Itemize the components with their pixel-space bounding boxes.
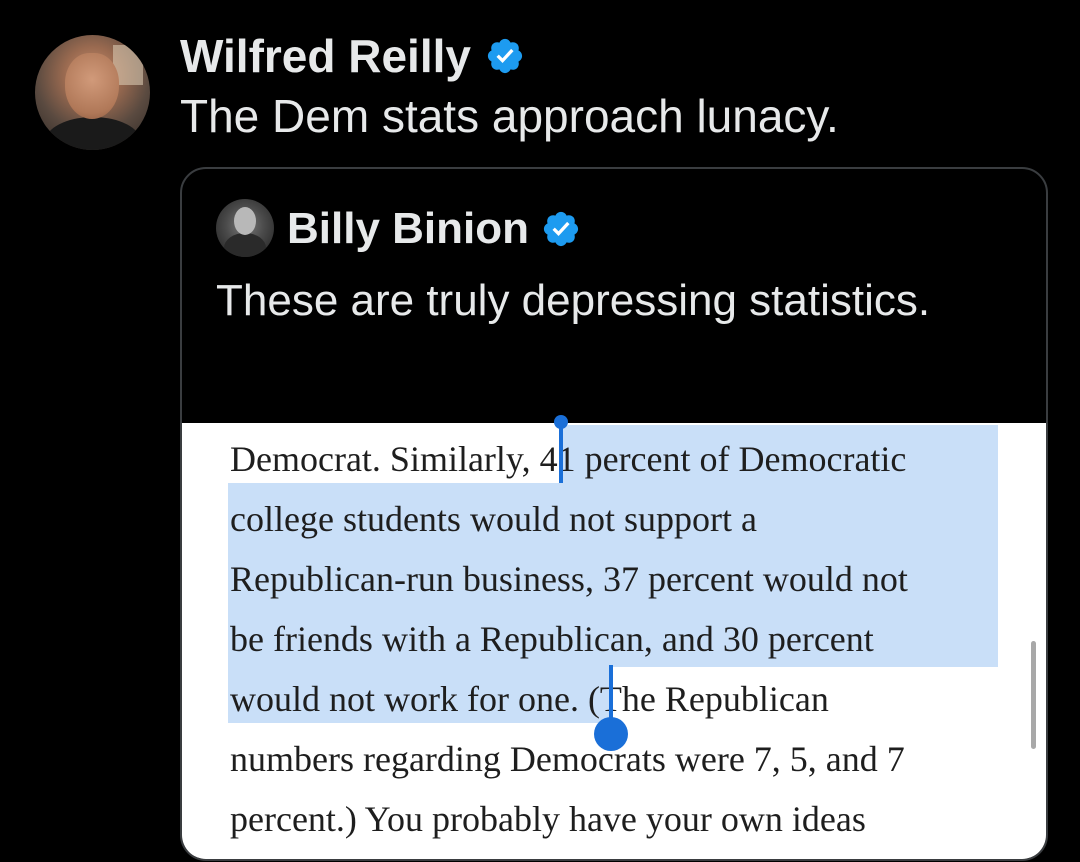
tweet-text: The Dem stats approach lunacy. bbox=[180, 90, 839, 142]
author-name[interactable]: Wilfred Reilly bbox=[180, 29, 471, 83]
excerpt-line: Democrat. Similarly, 41 percent of Democ… bbox=[230, 439, 907, 479]
scrollbar[interactable] bbox=[1031, 641, 1036, 749]
author-header: Wilfred Reilly bbox=[180, 28, 525, 84]
selection-start-handle-dot[interactable] bbox=[554, 415, 568, 429]
excerpt-line: would not work for one. (The Republican bbox=[230, 679, 829, 719]
author-avatar[interactable] bbox=[35, 35, 150, 150]
verified-badge-icon bbox=[543, 211, 579, 247]
quoted-author-avatar[interactable] bbox=[216, 199, 274, 257]
selection-end-handle-dot[interactable] bbox=[594, 717, 628, 751]
avatar-shirt bbox=[45, 117, 141, 150]
excerpt-line: college students would not support a bbox=[230, 499, 757, 539]
verified-badge-icon bbox=[487, 38, 523, 74]
book-page-image[interactable]: Democrat. Similarly, 41 percent of Democ… bbox=[182, 415, 1046, 859]
excerpt-line: percent.) You probably have your own ide… bbox=[230, 799, 866, 839]
excerpt-line: numbers regarding Democrats were 7, 5, a… bbox=[230, 739, 905, 779]
quoted-author-name[interactable]: Billy Binion bbox=[287, 204, 529, 254]
quoted-avatar-head bbox=[234, 207, 256, 235]
excerpt-line: be friends with a Republican, and 30 per… bbox=[230, 619, 874, 659]
quoted-tweet-text: These are truly depressing statistics. bbox=[216, 276, 931, 325]
quoted-tweet-card[interactable]: Billy Binion These are truly depressing … bbox=[180, 167, 1048, 861]
avatar-face bbox=[65, 53, 119, 119]
quoted-avatar-body bbox=[224, 233, 266, 257]
selection-start-handle[interactable] bbox=[559, 423, 563, 483]
quoted-author-header: Billy Binion bbox=[287, 203, 581, 255]
excerpt-line: Republican-run business, 37 percent woul… bbox=[230, 559, 908, 599]
